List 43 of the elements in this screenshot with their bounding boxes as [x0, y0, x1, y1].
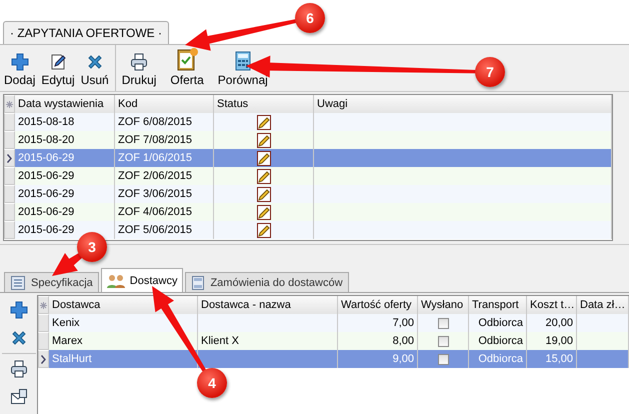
list-icon: [10, 274, 26, 290]
checkbox[interactable]: [438, 354, 448, 364]
callout-badge: 7: [475, 57, 505, 87]
toolbar-button[interactable]: Dodaj: [2, 53, 38, 87]
mail-icon: [10, 388, 28, 406]
toolbar-button[interactable]: [10, 360, 28, 378]
tab[interactable]: Zamówienia do dostawców: [185, 272, 349, 292]
table-cell: Klient X: [201, 335, 239, 347]
checkbox[interactable]: [438, 318, 448, 328]
table-cell: Odbiorca: [469, 350, 527, 368]
toolbar-button[interactable]: [10, 388, 28, 406]
plus-icon: [10, 53, 29, 71]
toolbar-button[interactable]: Drukuj: [120, 53, 166, 87]
row-pointer-icon: [41, 354, 46, 364]
main-tab[interactable]: · ZAPYTANIA OFERTOWE ·: [3, 21, 170, 44]
document-edit-icon: [256, 132, 270, 148]
pencil-icon: [49, 53, 68, 71]
people-icon: [106, 272, 125, 288]
plus-icon: [10, 301, 28, 319]
clipboard-icon: [175, 47, 200, 71]
delete-icon: [86, 53, 104, 71]
checkbox[interactable]: [438, 336, 448, 346]
delete-icon: [10, 329, 28, 347]
toolbar-button[interactable]: [10, 301, 28, 319]
toolbar-button[interactable]: [10, 329, 28, 347]
toolbar-button[interactable]: Oferta: [168, 47, 214, 87]
row-selector[interactable]: [38, 350, 49, 368]
tab[interactable]: Specyfikacja: [4, 272, 99, 292]
toolbar-button[interactable]: Usuń: [78, 53, 111, 87]
asterisk-icon: [40, 302, 47, 308]
toolbar-button[interactable]: Edytuj: [39, 53, 77, 87]
row-pointer-icon: [7, 154, 12, 162]
table-cell: ZOF 5/06/2015: [115, 221, 214, 239]
asterisk-icon: [6, 100, 13, 108]
document-edit-icon: [256, 150, 270, 166]
table-cell: 9,00: [338, 350, 418, 368]
calculator-icon: [234, 51, 251, 71]
table-cell: 15,00: [527, 350, 577, 368]
printer-icon: [10, 360, 28, 378]
row-selector[interactable]: [4, 149, 15, 167]
printer-icon: [130, 53, 148, 71]
tab[interactable]: Dostawcy: [100, 268, 184, 292]
document-icon: [191, 274, 206, 290]
